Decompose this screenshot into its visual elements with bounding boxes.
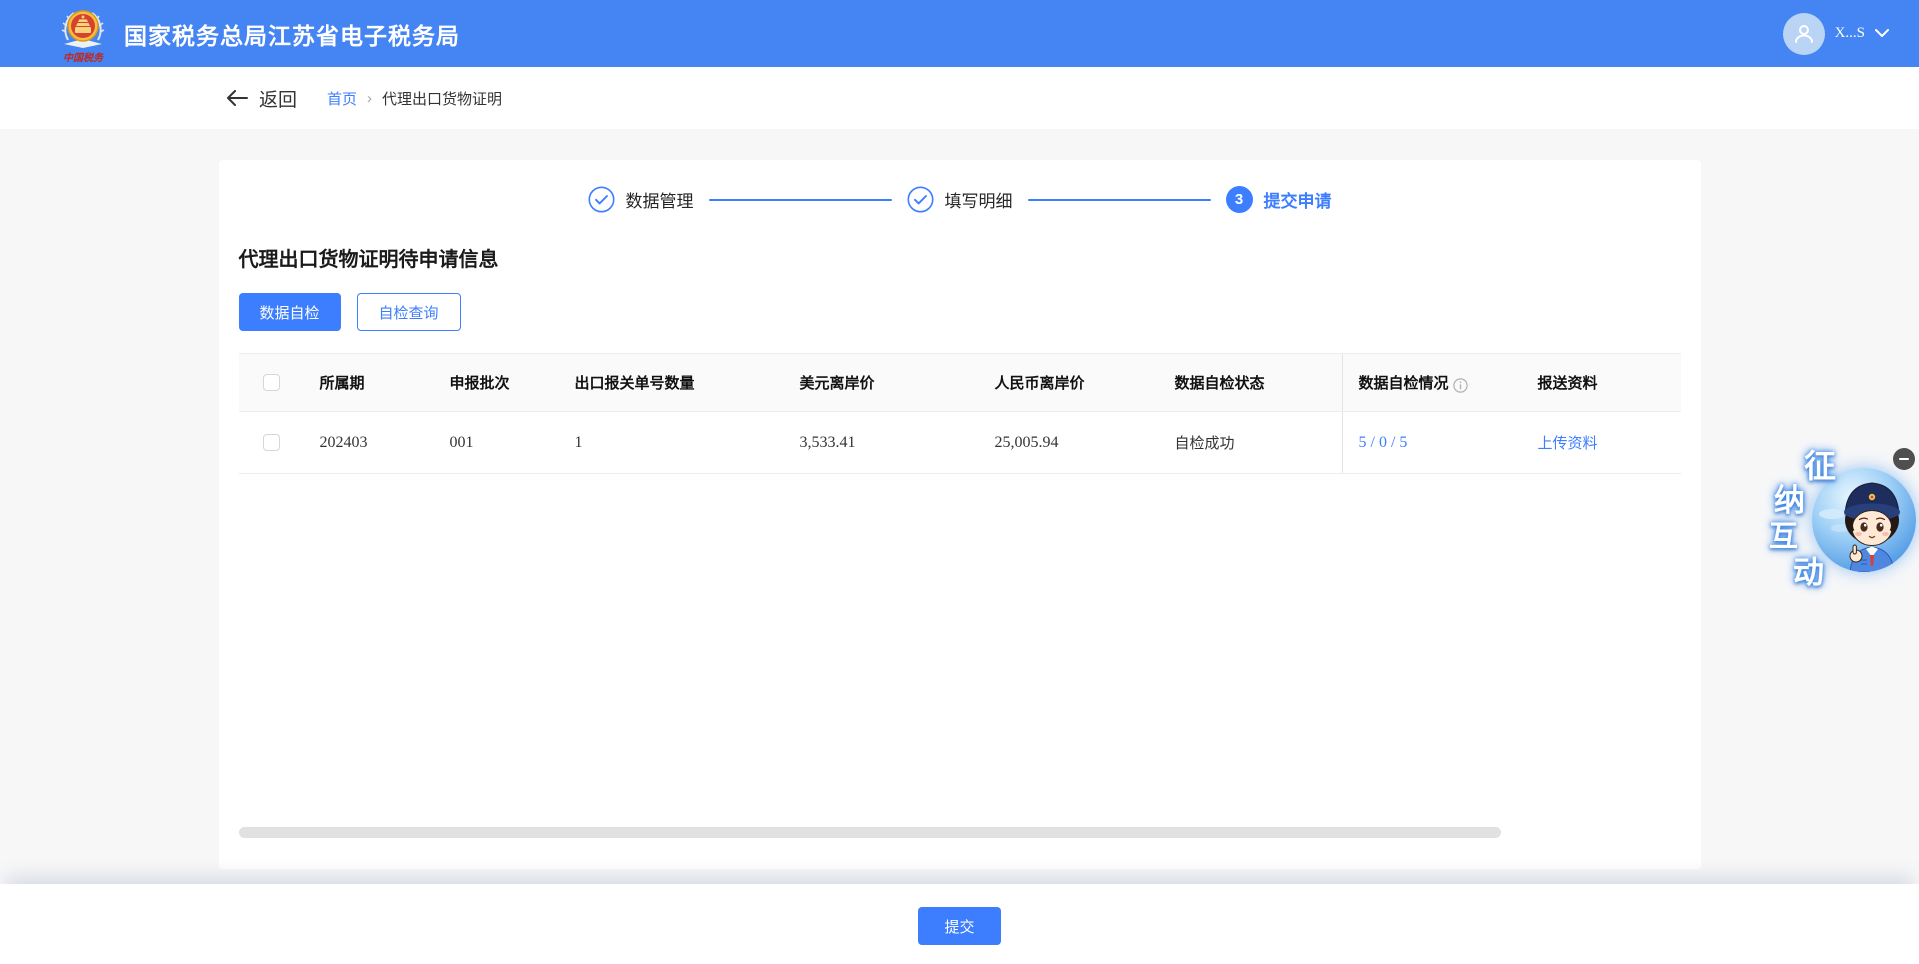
- upload-materials-link[interactable]: 上传资料: [1538, 432, 1598, 453]
- logo-caption: 中国税务: [63, 52, 105, 64]
- horizontal-scrollbar[interactable]: [238, 827, 1501, 838]
- column-header-batch: 申报批次: [449, 375, 510, 392]
- table-row: 202403 001 1 3,533.41 25,005.94 自检成功 5 /…: [238, 412, 1681, 474]
- action-buttons: 数据自检 自检查询: [238, 293, 1681, 331]
- minus-icon: [1899, 458, 1909, 460]
- app-title: 国家税务总局江苏省电子税务局: [124, 22, 460, 49]
- data-self-check-button[interactable]: 数据自检: [238, 293, 341, 331]
- step-label: 提交申请: [1263, 192, 1332, 211]
- application-table: 所属期 申报批次 出口报关单号数量 美元离岸价 人民币离岸价 数据自检状态 数据…: [238, 353, 1681, 474]
- user-name: X...S: [1834, 25, 1865, 41]
- check-circle-icon: [907, 186, 933, 213]
- main-card: 数据管理 填写明细 3 提交申请 代理出口货物证明待申请信息 数据自检 自检查询…: [218, 160, 1701, 869]
- page-title: 代理出口货物证明待申请信息: [238, 249, 499, 271]
- user-avatar-icon[interactable]: [1782, 12, 1825, 55]
- column-header-check-detail-label: 数据自检情况: [1358, 375, 1449, 392]
- footer-bar: 提交: [0, 884, 1919, 964]
- info-icon[interactable]: [1452, 377, 1468, 393]
- widget-char-dong[interactable]: 动: [1793, 557, 1824, 588]
- user-menu[interactable]: X...S: [1782, 12, 1889, 55]
- cell-upload: 上传资料: [1522, 412, 1681, 473]
- app-header: 中国税务 国家税务总局江苏省电子税务局 X...S: [0, 0, 1919, 67]
- page: 中国税务 国家税务总局江苏省电子税务局 X...S 返回 首页 › 代理出口货物…: [0, 0, 1919, 964]
- step-connector: [1027, 198, 1211, 201]
- step-fill-details: 填写明细: [907, 186, 1013, 213]
- step-submit-application: 3 提交申请: [1225, 186, 1332, 213]
- column-header-check-status: 数据自检状态: [1174, 375, 1265, 392]
- header-checkbox-cell: [239, 354, 304, 411]
- widget-char-na[interactable]: 纳: [1774, 485, 1805, 516]
- column-header-usd-fob: 美元离岸价: [799, 375, 875, 392]
- arrow-left-icon: [227, 90, 248, 106]
- breadcrumb-current: 代理出口货物证明: [382, 90, 503, 108]
- column-header-check-detail: 数据自检情况: [1341, 354, 1522, 411]
- interaction-widget[interactable]: 征 纳 互 动: [1766, 448, 1919, 602]
- step-connector: [708, 198, 892, 201]
- step-data-management: 数据管理: [588, 186, 694, 213]
- widget-char-zheng[interactable]: 征: [1804, 450, 1836, 482]
- widget-char-hu[interactable]: 互: [1769, 523, 1798, 552]
- self-check-query-button[interactable]: 自检查询: [356, 293, 461, 331]
- breadcrumb: 首页 › 代理出口货物证明: [327, 88, 502, 109]
- column-header-upload: 报送资料: [1537, 375, 1598, 392]
- breadcrumb-separator: ›: [367, 89, 373, 107]
- column-header-rmb-fob: 人民币离岸价: [994, 375, 1085, 392]
- cell-check-status: 自检成功: [1174, 435, 1235, 452]
- steps-indicator: 数据管理 填写明细 3 提交申请: [239, 160, 1681, 213]
- step-label: 数据管理: [625, 192, 694, 211]
- row-checkbox[interactable]: [262, 434, 280, 451]
- table-header-row: 所属期 申报批次 出口报关单号数量 美元离岸价 人民币离岸价 数据自检状态 数据…: [238, 354, 1681, 412]
- breadcrumb-home-link[interactable]: 首页: [327, 88, 357, 109]
- cell-usd-fob: 3,533.41: [799, 433, 856, 451]
- column-header-declaration-count: 出口报关单号数量: [574, 375, 695, 392]
- select-all-checkbox[interactable]: [262, 374, 280, 391]
- step-number-badge: 3: [1225, 186, 1253, 213]
- cell-declaration-count: 1: [574, 433, 583, 451]
- breadcrumb-bar: 返回 首页 › 代理出口货物证明: [0, 67, 1919, 129]
- cell-period: 202403: [319, 433, 368, 451]
- brand: 中国税务 国家税务总局江苏省电子税务局: [56, 4, 460, 64]
- back-button[interactable]: 返回: [226, 85, 297, 112]
- minimize-widget-button[interactable]: [1893, 448, 1915, 470]
- check-detail-link[interactable]: 5 / 0 / 5: [1359, 434, 1408, 452]
- cell-batch: 001: [449, 433, 474, 451]
- cell-rmb-fob: 25,005.94: [994, 433, 1059, 451]
- back-label: 返回: [259, 89, 298, 111]
- check-circle-icon: [588, 186, 614, 213]
- row-checkbox-cell: [239, 412, 304, 473]
- submit-button[interactable]: 提交: [918, 907, 1001, 945]
- main-content: 数据管理 填写明细 3 提交申请 代理出口货物证明待申请信息 数据自检 自检查询…: [0, 160, 1919, 915]
- tax-emblem-logo: 中国税务: [61, 9, 105, 64]
- column-header-period: 所属期: [319, 375, 365, 392]
- step-label: 填写明细: [944, 192, 1013, 211]
- cell-check-detail: 5 / 0 / 5: [1341, 412, 1522, 473]
- chevron-down-icon[interactable]: [1875, 29, 1889, 38]
